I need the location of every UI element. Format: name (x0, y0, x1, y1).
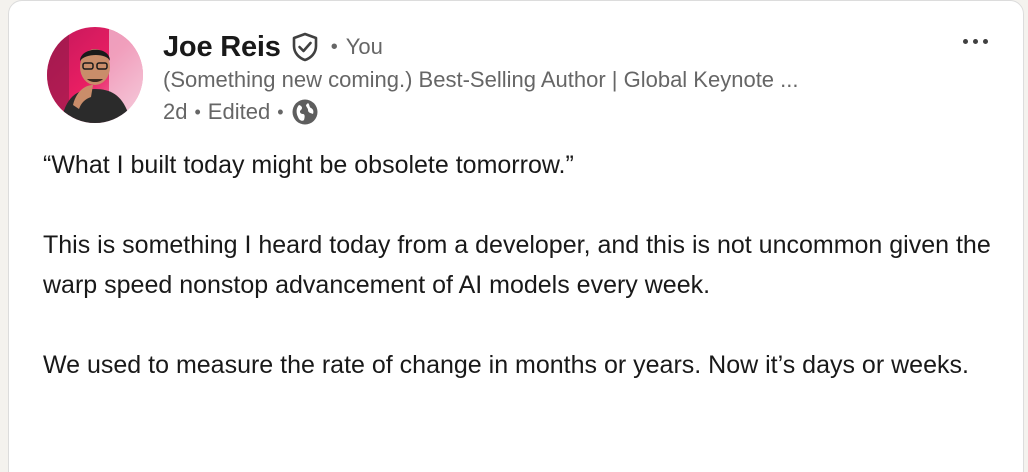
post-paragraph: This is something I heard today from a d… (43, 231, 991, 299)
post-body: “What I built today might be obsolete to… (43, 145, 1003, 385)
separator-dot: • (330, 35, 338, 58)
more-dot (982, 38, 988, 44)
more-dot (962, 38, 968, 44)
author-name[interactable]: Joe Reis (163, 31, 281, 64)
post-paragraph: “What I built today might be obsolete to… (43, 151, 574, 179)
avatar-photo (47, 27, 143, 123)
post-time[interactable]: 2d (163, 99, 187, 125)
avatar[interactable] (47, 27, 143, 123)
verified-shield-icon (291, 32, 319, 62)
more-dot (972, 38, 978, 44)
author-headline: (Something new coming.) Best-Selling Aut… (163, 67, 799, 92)
post-paragraph: We used to measure the rate of change in… (43, 351, 969, 379)
relation-label: You (345, 34, 383, 59)
post-card: Joe Reis • You (Something new coming.) B… (8, 0, 1024, 472)
more-options-icon[interactable] (955, 23, 995, 59)
separator-dot: • (277, 101, 284, 122)
post-meta: 2d • Edited • (163, 97, 319, 127)
edited-label: Edited (207, 99, 271, 124)
globe-icon (291, 98, 319, 126)
separator-dot: • (194, 101, 201, 122)
author-row: Joe Reis • You (163, 29, 383, 65)
